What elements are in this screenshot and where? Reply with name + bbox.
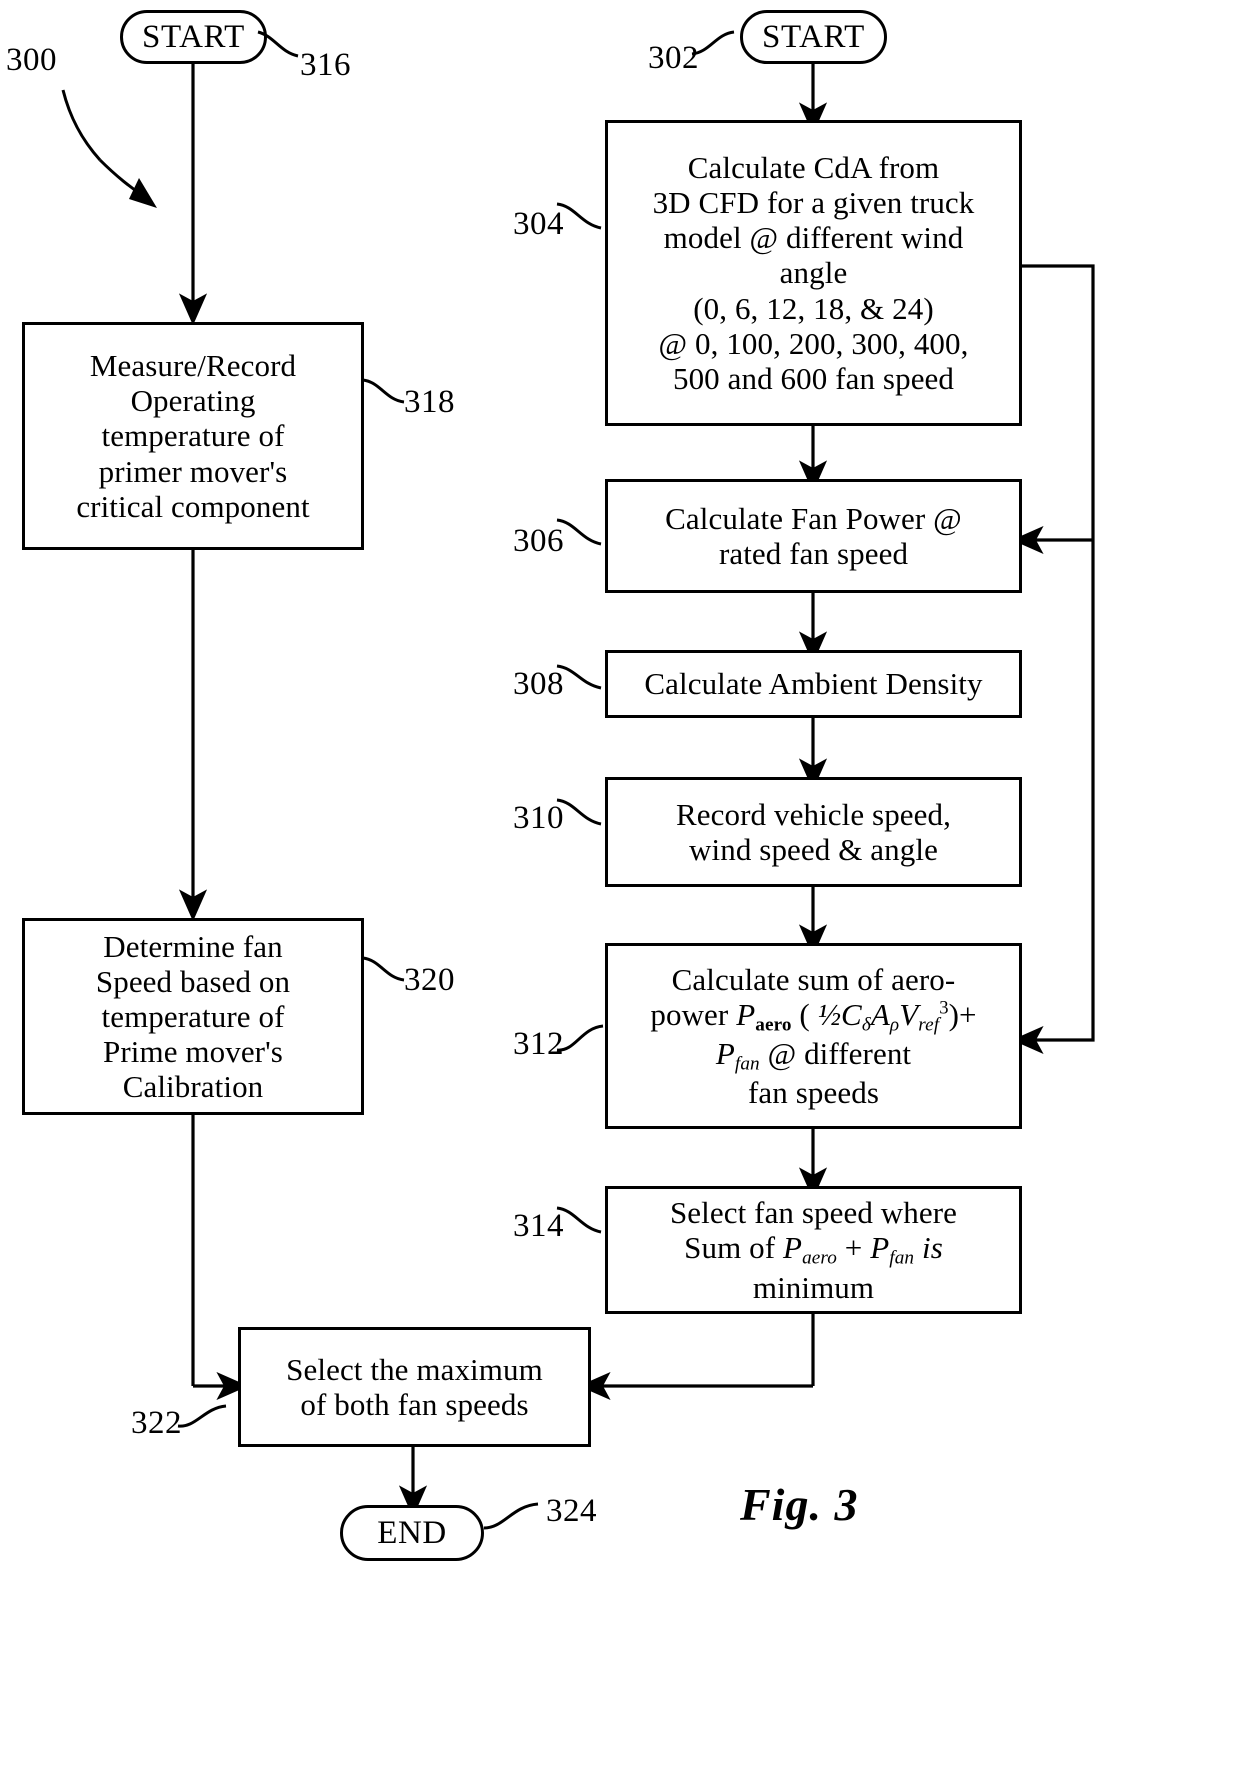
box-304[interactable]: Calculate CdA from 3D CFD for a given tr… (605, 120, 1022, 426)
leader-322 (177, 1404, 227, 1428)
leader-318 (362, 378, 405, 404)
box-320-full[interactable]: Determine fan Speed based on temperature… (22, 918, 364, 1115)
leader-308 (556, 664, 602, 690)
start-terminal-left[interactable]: START (120, 10, 267, 64)
box-314-text: Select fan speed where Sum of Paero + Pf… (669, 1195, 958, 1305)
box-318[interactable]: Measure/Record Operating temperature of … (22, 322, 364, 550)
box-312[interactable]: Calculate sum of aero- power Paero ( ½Cδ… (605, 943, 1022, 1129)
box-310[interactable]: Record vehicle speed, wind speed & angle (605, 777, 1022, 887)
ref-322: 322 (131, 1405, 182, 1441)
leader-314 (556, 1206, 602, 1234)
box-304-text: Calculate CdA from 3D CFD for a given tr… (652, 150, 975, 396)
box-322-text: Select the maximum of both fan speeds (286, 1351, 543, 1422)
start-label-right: START (762, 18, 865, 55)
box-320-text: Determine fan Speed based on temperature… (95, 928, 291, 1105)
end-label: END (377, 1514, 447, 1551)
figure-label: Fig. 3 (740, 1479, 859, 1530)
leader-306 (556, 518, 602, 546)
box-310-text: Record vehicle speed, wind speed & angle (676, 796, 951, 867)
ref-300: 300 (6, 42, 57, 78)
start-label-left: START (142, 18, 245, 55)
box-306[interactable]: Calculate Fan Power @ rated fan speed (605, 479, 1022, 593)
leader-302 (691, 30, 735, 56)
leader-320 (362, 956, 405, 982)
box-314[interactable]: Select fan speed where Sum of Paero + Pf… (605, 1186, 1022, 1314)
box-318-text: Measure/Record Operating temperature of … (76, 348, 310, 524)
box-312-text: Calculate sum of aero- power Paero ( ½Cδ… (650, 961, 977, 1111)
leader-312 (556, 1024, 604, 1052)
leader-324 (483, 1502, 539, 1530)
ref-324: 324 (546, 1493, 597, 1529)
leader-304 (556, 202, 602, 230)
box-322[interactable]: Select the maximum of both fan speeds (238, 1327, 591, 1447)
leader-310 (556, 798, 602, 826)
leader-316 (257, 30, 299, 58)
box-308-text: Calculate Ambient Density (644, 666, 983, 702)
box-308[interactable]: Calculate Ambient Density (605, 650, 1022, 718)
box-306-text: Calculate Fan Power @ rated fan speed (665, 500, 962, 571)
start-terminal-right[interactable]: START (740, 10, 887, 64)
feedback-loop-to-312 (1011, 264, 1095, 1055)
end-terminal[interactable]: END (340, 1505, 484, 1561)
